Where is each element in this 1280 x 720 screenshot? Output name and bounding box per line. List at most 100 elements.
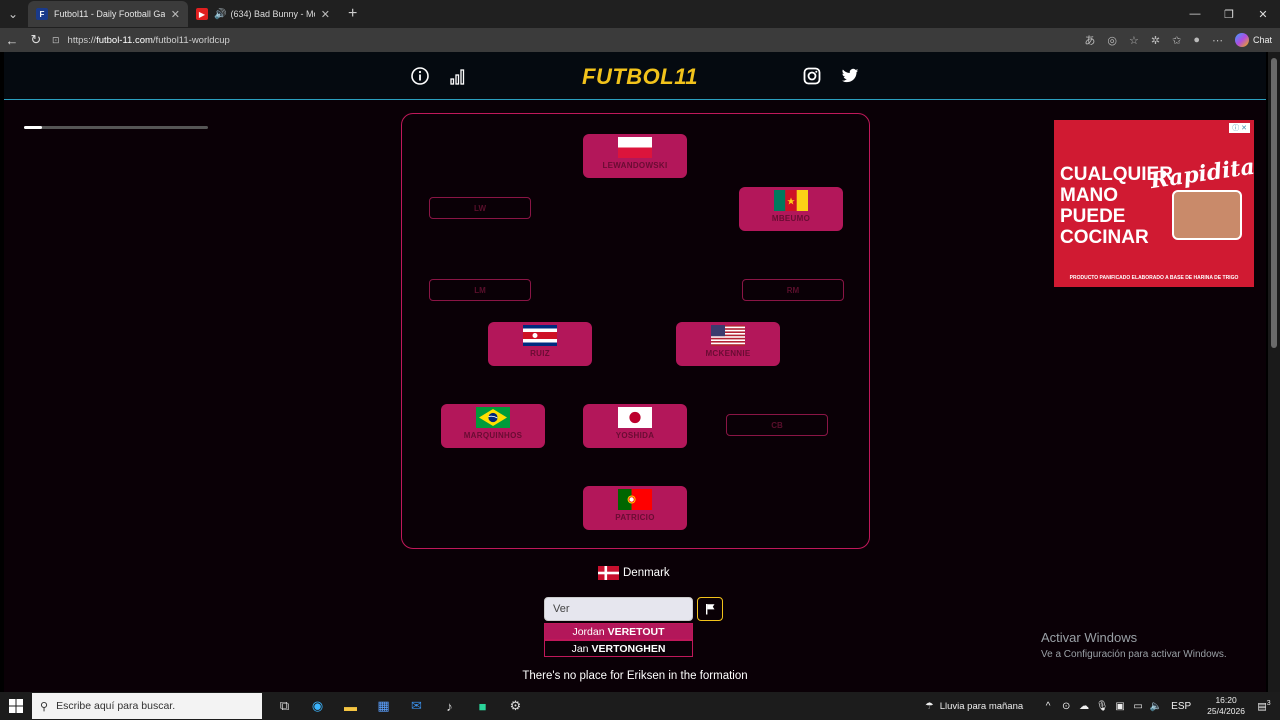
clock[interactable]: 16:20 25/4/2026 xyxy=(1207,695,1245,717)
task-view-icon[interactable]: ⧉ xyxy=(268,692,301,720)
taskbar-search-box[interactable]: ⚲ Escribe aquí para buscar. xyxy=(32,693,262,719)
player-card-lcm[interactable]: RUIZ xyxy=(488,322,592,366)
rain-cloud-icon: ☂ xyxy=(925,700,934,712)
more-menu-icon[interactable]: ⋯ xyxy=(1212,34,1223,47)
watermark-subtitle: Ve a Configuración para activar Windows. xyxy=(1041,649,1227,660)
give-up-flag-button[interactable] xyxy=(697,597,723,621)
formation-pitch xyxy=(401,113,870,549)
browser-tab-bar: ⌄ F Futbol11 - Daily Football Games ✕ ▶ … xyxy=(0,0,1280,28)
tab-futbol11[interactable]: F Futbol11 - Daily Football Games ✕ xyxy=(28,1,188,27)
tab-youtube[interactable]: ▶ 🔊 (634) Bad Bunny - Moscow M ✕ xyxy=(188,1,338,27)
futbol11-logo[interactable]: FUTBOL11 xyxy=(582,64,698,90)
suggestion-item[interactable]: Jan VERTONGHEN xyxy=(544,640,693,657)
youtube-favicon-icon: ▶ xyxy=(196,8,208,20)
tiktok-icon[interactable]: ♪ xyxy=(433,692,466,720)
settings-gear-icon[interactable]: ⚙ xyxy=(499,692,532,720)
page-scrollbar[interactable] xyxy=(1268,52,1280,692)
ad-choices-icon[interactable]: ⓘ ✕ xyxy=(1229,123,1250,133)
minimize-icon[interactable]: — xyxy=(1178,0,1212,28)
japan-flag-icon xyxy=(618,407,652,428)
player-name: LEWANDOWSKI xyxy=(602,161,668,170)
advertisement-banner[interactable]: ⓘ ✕ CUALQUIER MANO PUEDE COCINAR Rapidit… xyxy=(1054,120,1254,287)
info-icon[interactable] xyxy=(410,66,430,86)
new-tab-plus-icon[interactable]: + xyxy=(348,5,357,23)
portugal-flag-icon xyxy=(618,489,652,510)
edge-browser-icon[interactable]: ◉ xyxy=(301,692,334,720)
favorites-icon[interactable]: ✩ xyxy=(1172,34,1181,47)
player-name: PATRICIO xyxy=(615,513,655,522)
search-icon: ⚲ xyxy=(40,700,49,713)
suggestion-first-name: Jan xyxy=(571,642,589,655)
file-explorer-icon[interactable]: ▬ xyxy=(334,692,367,720)
weather-widget[interactable]: ☂ Lluvia para mañana xyxy=(925,701,1023,712)
system-tray: ☂ Lluvia para mañana ^ ⊙ ☁ 🎙 ▣ ▭ 🔈 ESP 16… xyxy=(925,692,1280,720)
player-card-lcb[interactable]: MARQUINHOS xyxy=(441,404,545,448)
microphone-icon[interactable]: 🎙 xyxy=(1094,701,1110,712)
stats-icon[interactable] xyxy=(448,66,468,86)
reading-mode-icon[interactable]: ◎ xyxy=(1107,34,1117,47)
progress-bar xyxy=(24,126,208,129)
language-indicator[interactable]: ESP xyxy=(1171,701,1191,712)
windows-logo-icon xyxy=(9,699,23,713)
app-icon[interactable]: ■ xyxy=(466,692,499,720)
close-window-icon[interactable]: ✕ xyxy=(1246,0,1280,28)
player-name: YOSHIDA xyxy=(615,431,655,440)
url-field[interactable]: ⊡ https://futbol-11.com/futbol11-worldcu… xyxy=(52,30,1072,50)
windows-start-button[interactable] xyxy=(0,692,32,720)
player-name: MCKENNIE xyxy=(705,349,751,358)
tab-actions-menu-icon[interactable]: ⌄ xyxy=(0,1,26,27)
show-hidden-icons-icon[interactable]: ^ xyxy=(1040,701,1056,712)
empty-slot-rm[interactable]: RM xyxy=(742,279,844,301)
close-tab-icon[interactable]: ✕ xyxy=(321,8,330,21)
tray-app-icon[interactable]: ⊙ xyxy=(1058,701,1074,712)
volume-icon[interactable]: 🔈 xyxy=(1148,701,1164,712)
copilot-icon xyxy=(1234,33,1249,47)
profile-avatar-icon[interactable]: ● xyxy=(1193,34,1200,46)
site-info-icon[interactable]: ⊡ xyxy=(52,35,60,46)
player-name: RUIZ xyxy=(530,349,550,358)
extensions-icon[interactable]: ✲ xyxy=(1151,34,1160,47)
usa-flag-icon xyxy=(711,325,745,346)
restore-icon[interactable]: ❐ xyxy=(1212,0,1246,28)
instagram-icon[interactable] xyxy=(802,66,822,86)
player-search-input[interactable]: Ver xyxy=(544,597,693,621)
taskbar-apps: ⧉ ◉ ▬ ▦ ✉ ♪ ■ ⚙ xyxy=(268,692,532,720)
empty-slot-cb[interactable]: CB xyxy=(726,414,828,436)
tab-title: Futbol11 - Daily Football Games xyxy=(54,9,165,19)
back-arrow-icon[interactable]: ← xyxy=(0,28,24,52)
mail-icon[interactable]: ✉ xyxy=(400,692,433,720)
refresh-icon[interactable]: ↻ xyxy=(24,28,48,52)
progress-fill xyxy=(24,126,43,129)
suggestion-item[interactable]: Jordan VERETOUT xyxy=(544,623,693,640)
ad-brand: Rapiditas xyxy=(1148,151,1254,195)
microsoft-store-icon[interactable]: ▦ xyxy=(367,692,400,720)
network-icon[interactable]: ▭ xyxy=(1130,701,1146,712)
close-tab-icon[interactable]: ✕ xyxy=(171,8,180,21)
camera-icon[interactable]: ▣ xyxy=(1112,701,1128,712)
speaker-icon[interactable]: 🔊 xyxy=(214,9,226,20)
brazil-flag-icon xyxy=(476,407,510,428)
player-card-cb[interactable]: YOSHIDA xyxy=(583,404,687,448)
notifications-icon[interactable]: ▤3 xyxy=(1256,700,1272,712)
watermark-title: Activar Windows xyxy=(1041,630,1138,645)
weather-text: Lluvia para mañana xyxy=(939,700,1024,712)
target-country: Denmark xyxy=(598,566,670,580)
player-name: MARQUINHOS xyxy=(463,431,523,440)
favorite-star-icon[interactable]: ☆ xyxy=(1129,34,1139,47)
futbol11-favicon-icon: F xyxy=(36,8,48,20)
onedrive-icon[interactable]: ☁ xyxy=(1076,701,1092,712)
player-card-rcm[interactable]: MCKENNIE xyxy=(676,322,780,366)
translate-icon[interactable]: あ xyxy=(1084,32,1095,48)
player-card-rw[interactable]: MBEUMO xyxy=(739,187,843,231)
twitter-icon[interactable] xyxy=(840,66,860,86)
scrollbar-thumb[interactable] xyxy=(1271,58,1277,348)
empty-slot-lm[interactable]: LM xyxy=(429,279,531,301)
address-bar-row: ← ↻ ⊡ https://futbol-11.com/futbol11-wor… xyxy=(0,28,1280,52)
windows-taskbar: ⚲ Escribe aquí para buscar. ⧉ ◉ ▬ ▦ ✉ ♪ … xyxy=(0,692,1280,720)
player-card-gk[interactable]: PATRICIO xyxy=(583,486,687,530)
poland-flag-icon xyxy=(618,137,652,158)
copilot-chat-button[interactable]: Chat xyxy=(1234,33,1272,47)
empty-slot-lw[interactable]: LW xyxy=(429,197,531,219)
windows-activation-watermark: Activar Windows Ve a Configuración para … xyxy=(1041,630,1227,660)
player-card-st[interactable]: LEWANDOWSKI xyxy=(583,134,687,178)
